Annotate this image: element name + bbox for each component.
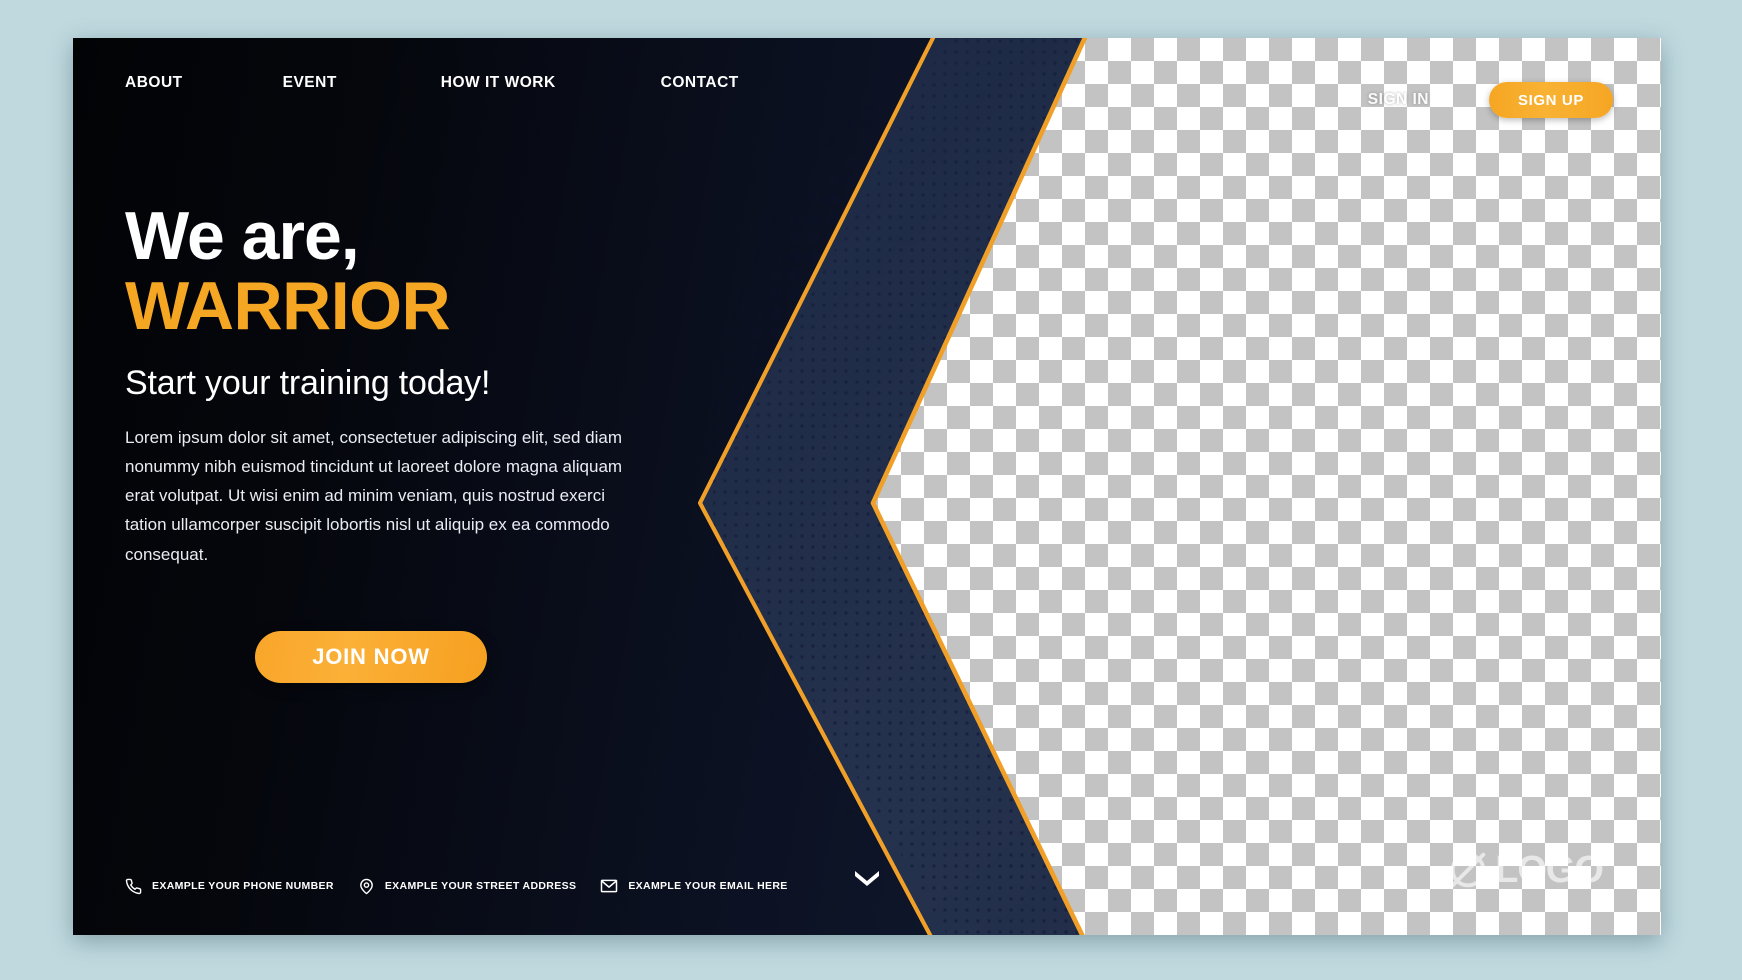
hero-heading-line2: WARRIOR — [125, 267, 451, 344]
footer-contact-bar: EXAMPLE YOUR PHONE NUMBER EXAMPLE YOUR S… — [125, 877, 812, 895]
sign-in-link[interactable]: SIGN IN — [1368, 91, 1429, 109]
nav-link-how-it-work[interactable]: HOW IT WORK — [441, 74, 556, 92]
nav-actions-group: SIGN IN SIGN UP — [1368, 82, 1613, 118]
envelope-icon — [600, 877, 618, 895]
contact-phone-label: EXAMPLE YOUR PHONE NUMBER — [152, 880, 334, 892]
contact-address[interactable]: EXAMPLE YOUR STREET ADDRESS — [358, 878, 576, 895]
logo-watermark-text: LOGO — [1495, 849, 1604, 891]
main-navigation: ABOUT EVENT HOW IT WORK CONTACT SIGN IN … — [73, 38, 1661, 128]
hero-body-text: Lorem ipsum dolor sit amet, consectetuer… — [125, 427, 623, 564]
scroll-down-button[interactable] — [852, 868, 882, 891]
contact-phone[interactable]: EXAMPLE YOUR PHONE NUMBER — [125, 878, 334, 895]
nav-link-event[interactable]: EVENT — [283, 74, 337, 92]
artboard-stage: ABOUT EVENT HOW IT WORK CONTACT SIGN IN … — [0, 0, 1742, 980]
location-pin-icon — [358, 878, 375, 895]
contact-email-label: EXAMPLE YOUR EMAIL HERE — [628, 880, 788, 892]
circle-slash-logo-icon — [1450, 852, 1486, 888]
nav-link-contact[interactable]: CONTACT — [661, 74, 739, 92]
hero-heading-line1: We are, — [125, 198, 360, 274]
contact-address-label: EXAMPLE YOUR STREET ADDRESS — [384, 880, 577, 892]
join-now-button[interactable]: JOIN NOW — [255, 630, 487, 683]
contact-email[interactable]: EXAMPLE YOUR EMAIL HERE — [600, 877, 787, 895]
phone-icon — [125, 878, 142, 895]
nav-link-about[interactable]: ABOUT — [125, 74, 183, 92]
chevron-down-icon — [855, 871, 879, 886]
landing-page-canvas: ABOUT EVENT HOW IT WORK CONTACT SIGN IN … — [73, 38, 1661, 935]
logo-watermark: LOGO — [1445, 847, 1604, 893]
sign-up-button[interactable]: SIGN UP — [1489, 82, 1613, 118]
hero-subheading: Start your training today! — [125, 363, 491, 402]
hero-section: We are, WARRIOR Start your training toda… — [125, 198, 685, 683]
nav-links-group: ABOUT EVENT HOW IT WORK CONTACT — [125, 74, 739, 92]
